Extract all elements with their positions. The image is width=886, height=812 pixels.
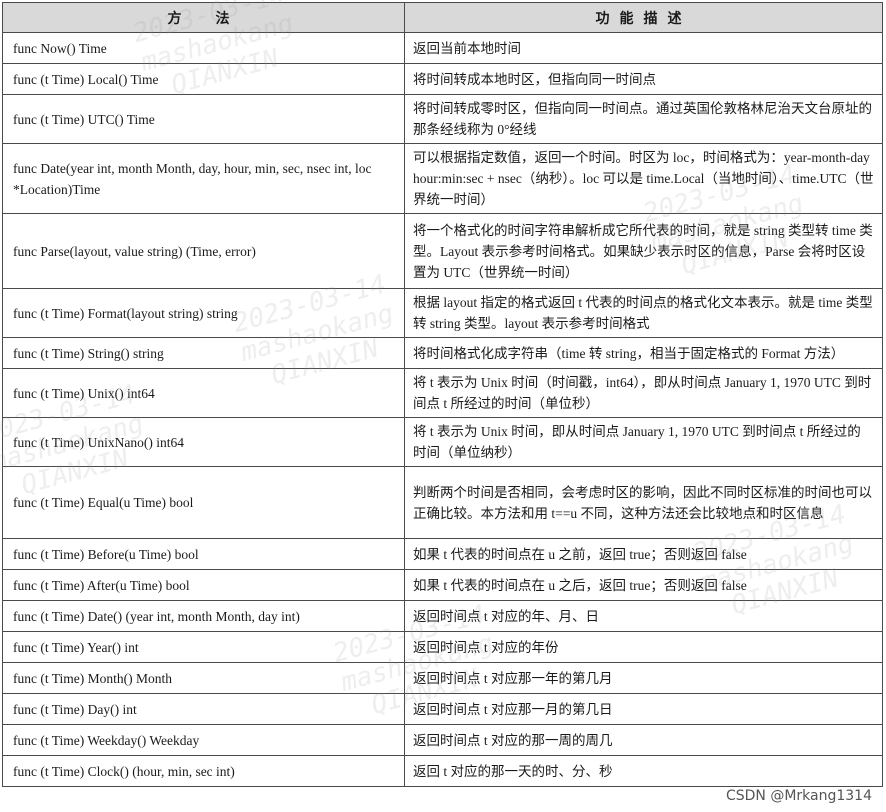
table-row: func (t Time) Unix() int64 将 t 表示为 Unix 时… xyxy=(2,368,883,418)
description-cell: 将 t 表示为 Unix 时间，即从时间点 January 1, 1970 UT… xyxy=(404,417,883,467)
table-body: func Now() Time 返回当前本地时间 func (t Time) Loc… xyxy=(2,32,883,787)
description-cell: 返回时间点 t 对应那一月的第几日 xyxy=(404,693,883,725)
method-cell: func (t Time) String() string xyxy=(2,337,405,369)
table-row: func (t Time) UnixNano() int64 将 t 表示为 Un… xyxy=(2,417,883,467)
description-cell: 返回时间点 t 对应的年份 xyxy=(404,631,883,663)
table-row: func Parse(layout, value string) (Time, … xyxy=(2,213,883,289)
method-cell: func (t Time) Local() Time xyxy=(2,63,405,95)
description-cell: 将 t 表示为 Unix 时间（时间戳，int64），即从时间点 January… xyxy=(404,368,883,418)
method-cell: func (t Time) Format(layout string) stri… xyxy=(2,288,405,338)
description-cell: 根据 layout 指定的格式返回 t 代表的时间点的格式化文本表示。就是 ti… xyxy=(404,288,883,338)
table-header: 方 法 功能描述 xyxy=(2,2,883,33)
method-cell: func (t Time) UTC() Time xyxy=(2,94,405,144)
header-method: 方 法 xyxy=(2,2,405,33)
table-row: func (t Time) Before(u Time) bool 如果 t 代表… xyxy=(2,538,883,570)
method-cell: func (t Time) Day() int xyxy=(2,693,405,725)
method-cell: func (t Time) After(u Time) bool xyxy=(2,569,405,601)
description-cell: 判断两个时间是否相同，会考虑时区的影响，因此不同时区标准的时间也可以正确比较。本… xyxy=(404,466,883,539)
method-cell: func (t Time) Weekday() Weekday xyxy=(2,724,405,756)
table-row: func Now() Time 返回当前本地时间 xyxy=(2,32,883,64)
table-row: func (t Time) Clock() (hour, min, sec in… xyxy=(2,755,883,787)
table-row: func (t Time) UTC() Time 将时间转成零时区，但指向同一时间… xyxy=(2,94,883,144)
description-cell: 将时间格式化成字符串（time 转 string，相当于固定格式的 Format… xyxy=(404,337,883,369)
table-row: func (t Time) Month() Month 返回时间点 t 对应那一年… xyxy=(2,662,883,694)
method-cell: func (t Time) Before(u Time) bool xyxy=(2,538,405,570)
description-cell: 可以根据指定数值，返回一个时间。时区为 loc，时间格式为：year-month… xyxy=(404,143,883,214)
table-row: func (t Time) Day() int 返回时间点 t 对应那一月的第几日 xyxy=(2,693,883,725)
time-methods-table: 方 法 功能描述 func Now() Time 返回当前本地时间 func (t … xyxy=(2,2,883,787)
method-cell: func (t Time) Year() int xyxy=(2,631,405,663)
description-cell: 返回时间点 t 对应的那一周的周几 xyxy=(404,724,883,756)
header-description: 功能描述 xyxy=(404,2,883,33)
table-row: func (t Time) After(u Time) bool 如果 t 代表的… xyxy=(2,569,883,601)
table-row: func (t Time) Year() int 返回时间点 t 对应的年份 xyxy=(2,631,883,663)
description-cell: 返回 t 对应的那一天的时、分、秒 xyxy=(404,755,883,787)
source-credit: CSDN @Mrkang1314 xyxy=(723,788,874,804)
method-cell: func (t Time) Equal(u Time) bool xyxy=(2,466,405,539)
description-cell: 返回时间点 t 对应的年、月、日 xyxy=(404,600,883,632)
method-cell: func (t Time) Month() Month xyxy=(2,662,405,694)
table-row: func (t Time) String() string 将时间格式化成字符串（… xyxy=(2,337,883,369)
table-row: func (t Time) Weekday() Weekday 返回时间点 t 对… xyxy=(2,724,883,756)
method-cell: func Now() Time xyxy=(2,32,405,64)
description-cell: 如果 t 代表的时间点在 u 之后，返回 true；否则返回 false xyxy=(404,569,883,601)
description-cell: 将时间转成零时区，但指向同一时间点。通过英国伦敦格林尼治天文台原址的那条经线称为… xyxy=(404,94,883,144)
description-cell: 返回当前本地时间 xyxy=(404,32,883,64)
method-cell: func Parse(layout, value string) (Time, … xyxy=(2,213,405,289)
table-row: func (t Time) Equal(u Time) bool 判断两个时间是否… xyxy=(2,466,883,539)
method-cell: func Date(year int, month Month, day, ho… xyxy=(2,143,405,214)
description-cell: 将时间转成本地时区，但指向同一时间点 xyxy=(404,63,883,95)
description-cell: 返回时间点 t 对应那一年的第几月 xyxy=(404,662,883,694)
table-row: func Date(year int, month Month, day, ho… xyxy=(2,143,883,214)
header-row: 方 法 功能描述 xyxy=(2,2,883,33)
method-cell: func (t Time) Clock() (hour, min, sec in… xyxy=(2,755,405,787)
description-cell: 将一个格式化的时间字符串解析成它所代表的时间，就是 string 类型转 tim… xyxy=(404,213,883,289)
method-cell: func (t Time) UnixNano() int64 xyxy=(2,417,405,467)
method-cell: func (t Time) Date() (year int, month Mo… xyxy=(2,600,405,632)
table-row: func (t Time) Local() Time 将时间转成本地时区，但指向同… xyxy=(2,63,883,95)
description-cell: 如果 t 代表的时间点在 u 之前，返回 true；否则返回 false xyxy=(404,538,883,570)
table-row: func (t Time) Format(layout string) stri… xyxy=(2,288,883,338)
table-row: func (t Time) Date() (year int, month Mo… xyxy=(2,600,883,632)
method-cell: func (t Time) Unix() int64 xyxy=(2,368,405,418)
